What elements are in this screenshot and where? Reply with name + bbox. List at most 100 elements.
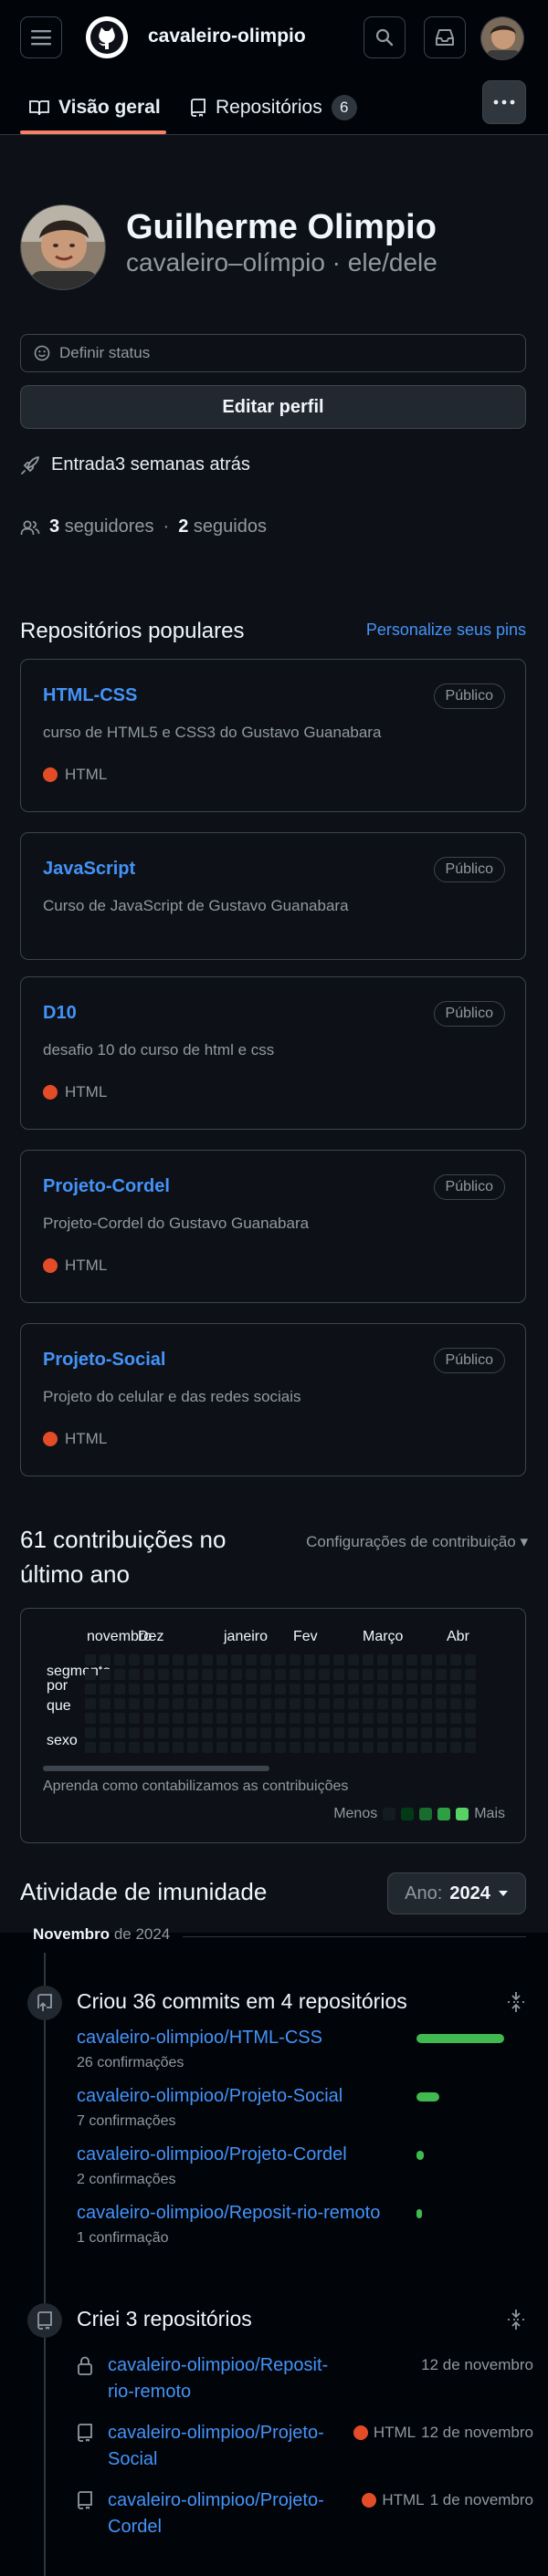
contribution-cell[interactable] — [377, 1713, 388, 1724]
contribution-cell[interactable] — [143, 1669, 154, 1680]
contribution-cell[interactable] — [304, 1669, 315, 1680]
contribution-cell[interactable] — [216, 1698, 227, 1709]
contribution-cell[interactable] — [260, 1669, 271, 1680]
contribution-cell[interactable] — [465, 1684, 476, 1695]
contribution-cell[interactable] — [406, 1684, 417, 1695]
contribution-cell[interactable] — [85, 1654, 96, 1665]
contribution-cell[interactable] — [143, 1713, 154, 1724]
contribution-cell[interactable] — [100, 1713, 111, 1724]
contribution-cell[interactable] — [304, 1698, 315, 1709]
contribution-cell[interactable] — [333, 1654, 344, 1665]
contribution-cell[interactable] — [275, 1698, 286, 1709]
year-selector[interactable]: Ano: 2024 — [387, 1872, 526, 1914]
contribution-cell[interactable] — [465, 1713, 476, 1724]
contribution-cell[interactable] — [333, 1742, 344, 1753]
contribution-cell[interactable] — [85, 1684, 96, 1695]
contribution-cell[interactable] — [436, 1684, 447, 1695]
contribution-cell[interactable] — [187, 1713, 198, 1724]
contribution-cell[interactable] — [114, 1727, 125, 1738]
contribution-cell[interactable] — [275, 1669, 286, 1680]
contribution-cell[interactable] — [465, 1698, 476, 1709]
contribution-cell[interactable] — [246, 1727, 257, 1738]
fold-toggle[interactable] — [506, 2309, 526, 2335]
contribution-cell[interactable] — [348, 1727, 359, 1738]
contribution-cell[interactable] — [421, 1654, 432, 1665]
commit-share-bar[interactable] — [416, 2034, 504, 2043]
contribution-cell[interactable] — [231, 1669, 242, 1680]
contribution-cell[interactable] — [319, 1713, 330, 1724]
contribution-cell[interactable] — [363, 1742, 374, 1753]
contribution-cell[interactable] — [173, 1713, 184, 1724]
user-avatar-small[interactable] — [480, 16, 524, 60]
contribution-cell[interactable] — [319, 1669, 330, 1680]
contribution-cell[interactable] — [450, 1727, 461, 1738]
contribution-cell[interactable] — [202, 1713, 213, 1724]
learn-contributions-link[interactable]: Aprenda como contabilizamos as contribui… — [43, 1778, 348, 1795]
following-link[interactable]: 2 seguidos — [178, 516, 267, 537]
contribution-cell[interactable] — [363, 1654, 374, 1665]
contribution-cell[interactable] — [421, 1742, 432, 1753]
contribution-cell[interactable] — [158, 1684, 169, 1695]
contribution-cell[interactable] — [363, 1698, 374, 1709]
contribution-cell[interactable] — [216, 1684, 227, 1695]
commit-repo-link[interactable]: cavaleiro-olimpioo/HTML-CSS — [77, 2028, 322, 2049]
contribution-cell[interactable] — [275, 1713, 286, 1724]
contribution-cell[interactable] — [304, 1684, 315, 1695]
contribution-cell[interactable] — [202, 1654, 213, 1665]
contribution-cell[interactable] — [363, 1727, 374, 1738]
contribution-cell[interactable] — [216, 1742, 227, 1753]
contribution-cell[interactable] — [100, 1654, 111, 1665]
contribution-cell[interactable] — [114, 1684, 125, 1695]
repo-card-name[interactable]: Projeto-Social — [43, 1350, 165, 1371]
contribution-cell[interactable] — [114, 1698, 125, 1709]
contribution-cell[interactable] — [158, 1654, 169, 1665]
contribution-cell[interactable] — [231, 1727, 242, 1738]
contribution-cell[interactable] — [392, 1669, 403, 1680]
contribution-cell[interactable] — [216, 1713, 227, 1724]
contribution-cell[interactable] — [158, 1742, 169, 1753]
contribution-cell[interactable] — [450, 1684, 461, 1695]
repo-card-name[interactable]: HTML-CSS — [43, 685, 137, 706]
contribution-cell[interactable] — [100, 1742, 111, 1753]
contribution-cell[interactable] — [129, 1654, 140, 1665]
contribution-cell[interactable] — [319, 1727, 330, 1738]
contribution-cell[interactable] — [290, 1669, 300, 1680]
contribution-cell[interactable] — [246, 1669, 257, 1680]
contribution-cell[interactable] — [246, 1742, 257, 1753]
contribution-cell[interactable] — [377, 1698, 388, 1709]
contribution-cell[interactable] — [100, 1684, 111, 1695]
contribution-cell[interactable] — [187, 1654, 198, 1665]
contribution-cell[interactable] — [275, 1684, 286, 1695]
contribution-cell[interactable] — [421, 1727, 432, 1738]
contribution-cell[interactable] — [392, 1713, 403, 1724]
contribution-cell[interactable] — [129, 1684, 140, 1695]
contribution-cell[interactable] — [304, 1713, 315, 1724]
contribution-cell[interactable] — [290, 1654, 300, 1665]
contribution-cell[interactable] — [143, 1654, 154, 1665]
contribution-cell[interactable] — [436, 1713, 447, 1724]
contribution-cell[interactable] — [465, 1669, 476, 1680]
contribution-cell[interactable] — [173, 1654, 184, 1665]
contribution-cell[interactable] — [406, 1742, 417, 1753]
contribution-cell[interactable] — [348, 1669, 359, 1680]
contribution-cell[interactable] — [377, 1727, 388, 1738]
contribution-cell[interactable] — [260, 1684, 271, 1695]
contribution-cell[interactable] — [450, 1713, 461, 1724]
repo-card-name[interactable]: Projeto-Cordel — [43, 1176, 170, 1197]
contribution-cell[interactable] — [465, 1654, 476, 1665]
contribution-cell[interactable] — [377, 1669, 388, 1680]
contribution-cell[interactable] — [187, 1684, 198, 1695]
contribution-settings-dropdown[interactable]: Configurações de contribuição ▾ — [306, 1533, 528, 1551]
contribution-cell[interactable] — [436, 1669, 447, 1680]
contribution-cell[interactable] — [436, 1698, 447, 1709]
contribution-cell[interactable] — [173, 1727, 184, 1738]
contribution-cell[interactable] — [85, 1713, 96, 1724]
contribution-cell[interactable] — [304, 1727, 315, 1738]
followers-link[interactable]: 3 seguidores — [49, 516, 154, 537]
contribution-cell[interactable] — [348, 1654, 359, 1665]
contribution-cell[interactable] — [348, 1742, 359, 1753]
contribution-cell[interactable] — [260, 1698, 271, 1709]
contribution-cell[interactable] — [290, 1713, 300, 1724]
contribution-cell[interactable] — [348, 1684, 359, 1695]
fold-toggle[interactable] — [506, 1991, 526, 2018]
